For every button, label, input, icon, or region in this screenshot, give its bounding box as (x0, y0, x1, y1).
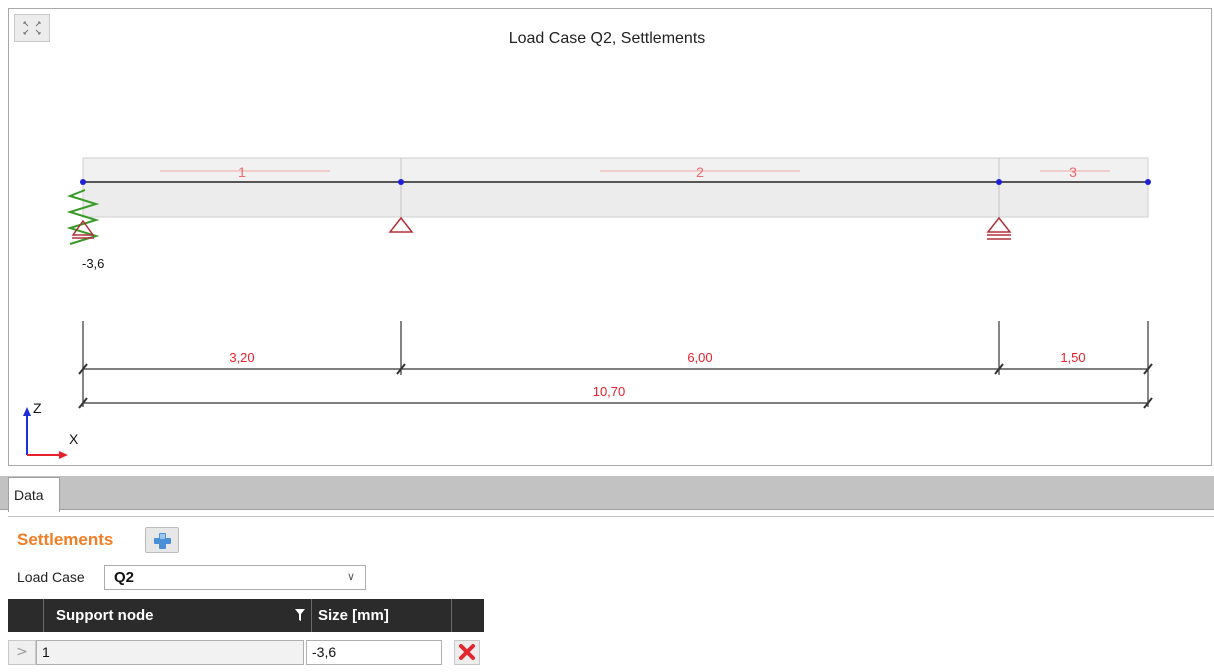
load-case-select[interactable]: Q2 ∨ (104, 565, 366, 590)
member-label-1: 1 (238, 164, 246, 180)
dimension-label-span-2: 6,00 (687, 350, 712, 365)
dimension-label-span-1: 3,20 (229, 350, 254, 365)
column-header-support-node[interactable]: Support node (44, 599, 312, 632)
column-header-size[interactable]: Size [mm] (312, 599, 452, 632)
member-label-3: 3 (1069, 164, 1077, 180)
add-settlement-button[interactable] (145, 527, 179, 553)
node-4 (1145, 179, 1151, 185)
section-title: Settlements (17, 530, 114, 549)
axis-label-x: X (69, 431, 79, 447)
settlements-table: Support node Size [mm] > 1 -3,6 (8, 599, 484, 672)
filter-icon[interactable] (295, 609, 305, 621)
node-3 (996, 179, 1002, 185)
member-label-2: 2 (696, 164, 704, 180)
tab-bar (0, 476, 1214, 510)
delete-x-icon (459, 644, 475, 660)
tab-data[interactable]: Data (8, 477, 60, 512)
support-triangle-icon (388, 216, 414, 233)
settlement-value-label: -3,6 (82, 256, 104, 271)
load-case-label: Load Case (17, 569, 85, 585)
axis-indicator-icon (23, 407, 68, 459)
table-header: Support node Size [mm] (8, 599, 484, 632)
axis-label-z: Z (33, 400, 42, 416)
column-header-support-node-label: Support node (56, 607, 154, 624)
row-selector-chevron-icon[interactable]: > (8, 640, 36, 665)
table-row[interactable]: > 1 -3,6 (8, 632, 484, 672)
section-band-bottom (82, 181, 1149, 218)
plus-icon (154, 533, 171, 549)
node-2 (398, 179, 404, 185)
support-triangle-icon (986, 216, 1012, 233)
chevron-down-icon: ∨ (346, 571, 355, 583)
cell-size[interactable]: -3,6 (306, 640, 442, 665)
beam-drawing: 1 2 3 -3,6 3,20 6,00 1,50 10,70 Z X (23, 157, 1153, 459)
panel-divider (8, 516, 1214, 517)
load-case-value: Q2 (114, 569, 135, 586)
dimension-label-total: 10,70 (593, 384, 626, 399)
cell-support-node[interactable]: 1 (36, 640, 304, 665)
delete-row-button[interactable] (454, 640, 480, 665)
row-header-column (8, 599, 44, 632)
dimension-label-span-3: 1,50 (1060, 350, 1085, 365)
node-1 (80, 179, 86, 185)
column-header-actions (452, 599, 484, 632)
